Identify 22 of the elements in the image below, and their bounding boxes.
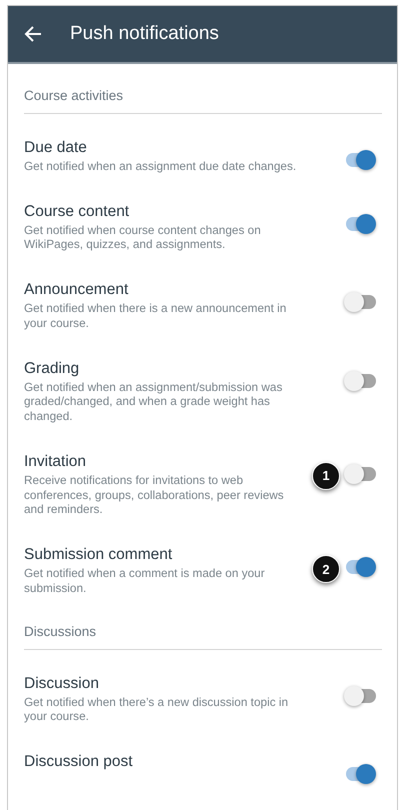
setting-title: Discussion xyxy=(24,674,100,693)
setting-title: Submission comment xyxy=(24,546,174,564)
setting-title: Course content xyxy=(24,202,130,221)
setting-description: Receive notifications for invitations to web conferences, groups, collaborations, peer reviews and reminders. xyxy=(24,472,285,518)
setting-description: Get notified when course content changes on WikiPages, quizzes, and assignments. xyxy=(24,222,262,252)
step-badge: 1 xyxy=(312,462,340,490)
setting-description: Get notified when there is a new announcement in your course. xyxy=(24,301,288,331)
section-header: Discussions xyxy=(24,600,382,650)
setting-title: Discussion post xyxy=(24,753,133,772)
setting-title: Announcement xyxy=(24,281,130,300)
page-title: Push notifications xyxy=(70,23,219,45)
setting-title: Invitation xyxy=(24,452,88,471)
setting-title: Grading xyxy=(24,360,80,378)
setting-description: Get notified when an assignment due date changes. xyxy=(24,159,296,174)
section-header: Course activities xyxy=(24,64,382,114)
setting-title: Due date xyxy=(24,139,88,157)
step-badge: 2 xyxy=(312,555,340,584)
setting-description: Get notified when a comment is made on your submission. xyxy=(24,566,266,596)
back-button[interactable] xyxy=(24,25,42,43)
back-arrow-icon xyxy=(24,25,42,43)
setting-description: Get notified when there’s a new discussion topic in your course. xyxy=(24,694,290,724)
setting-description: Get notified when an assignment/submission was graded/changed, and when a grade weight has changed. xyxy=(24,380,284,424)
